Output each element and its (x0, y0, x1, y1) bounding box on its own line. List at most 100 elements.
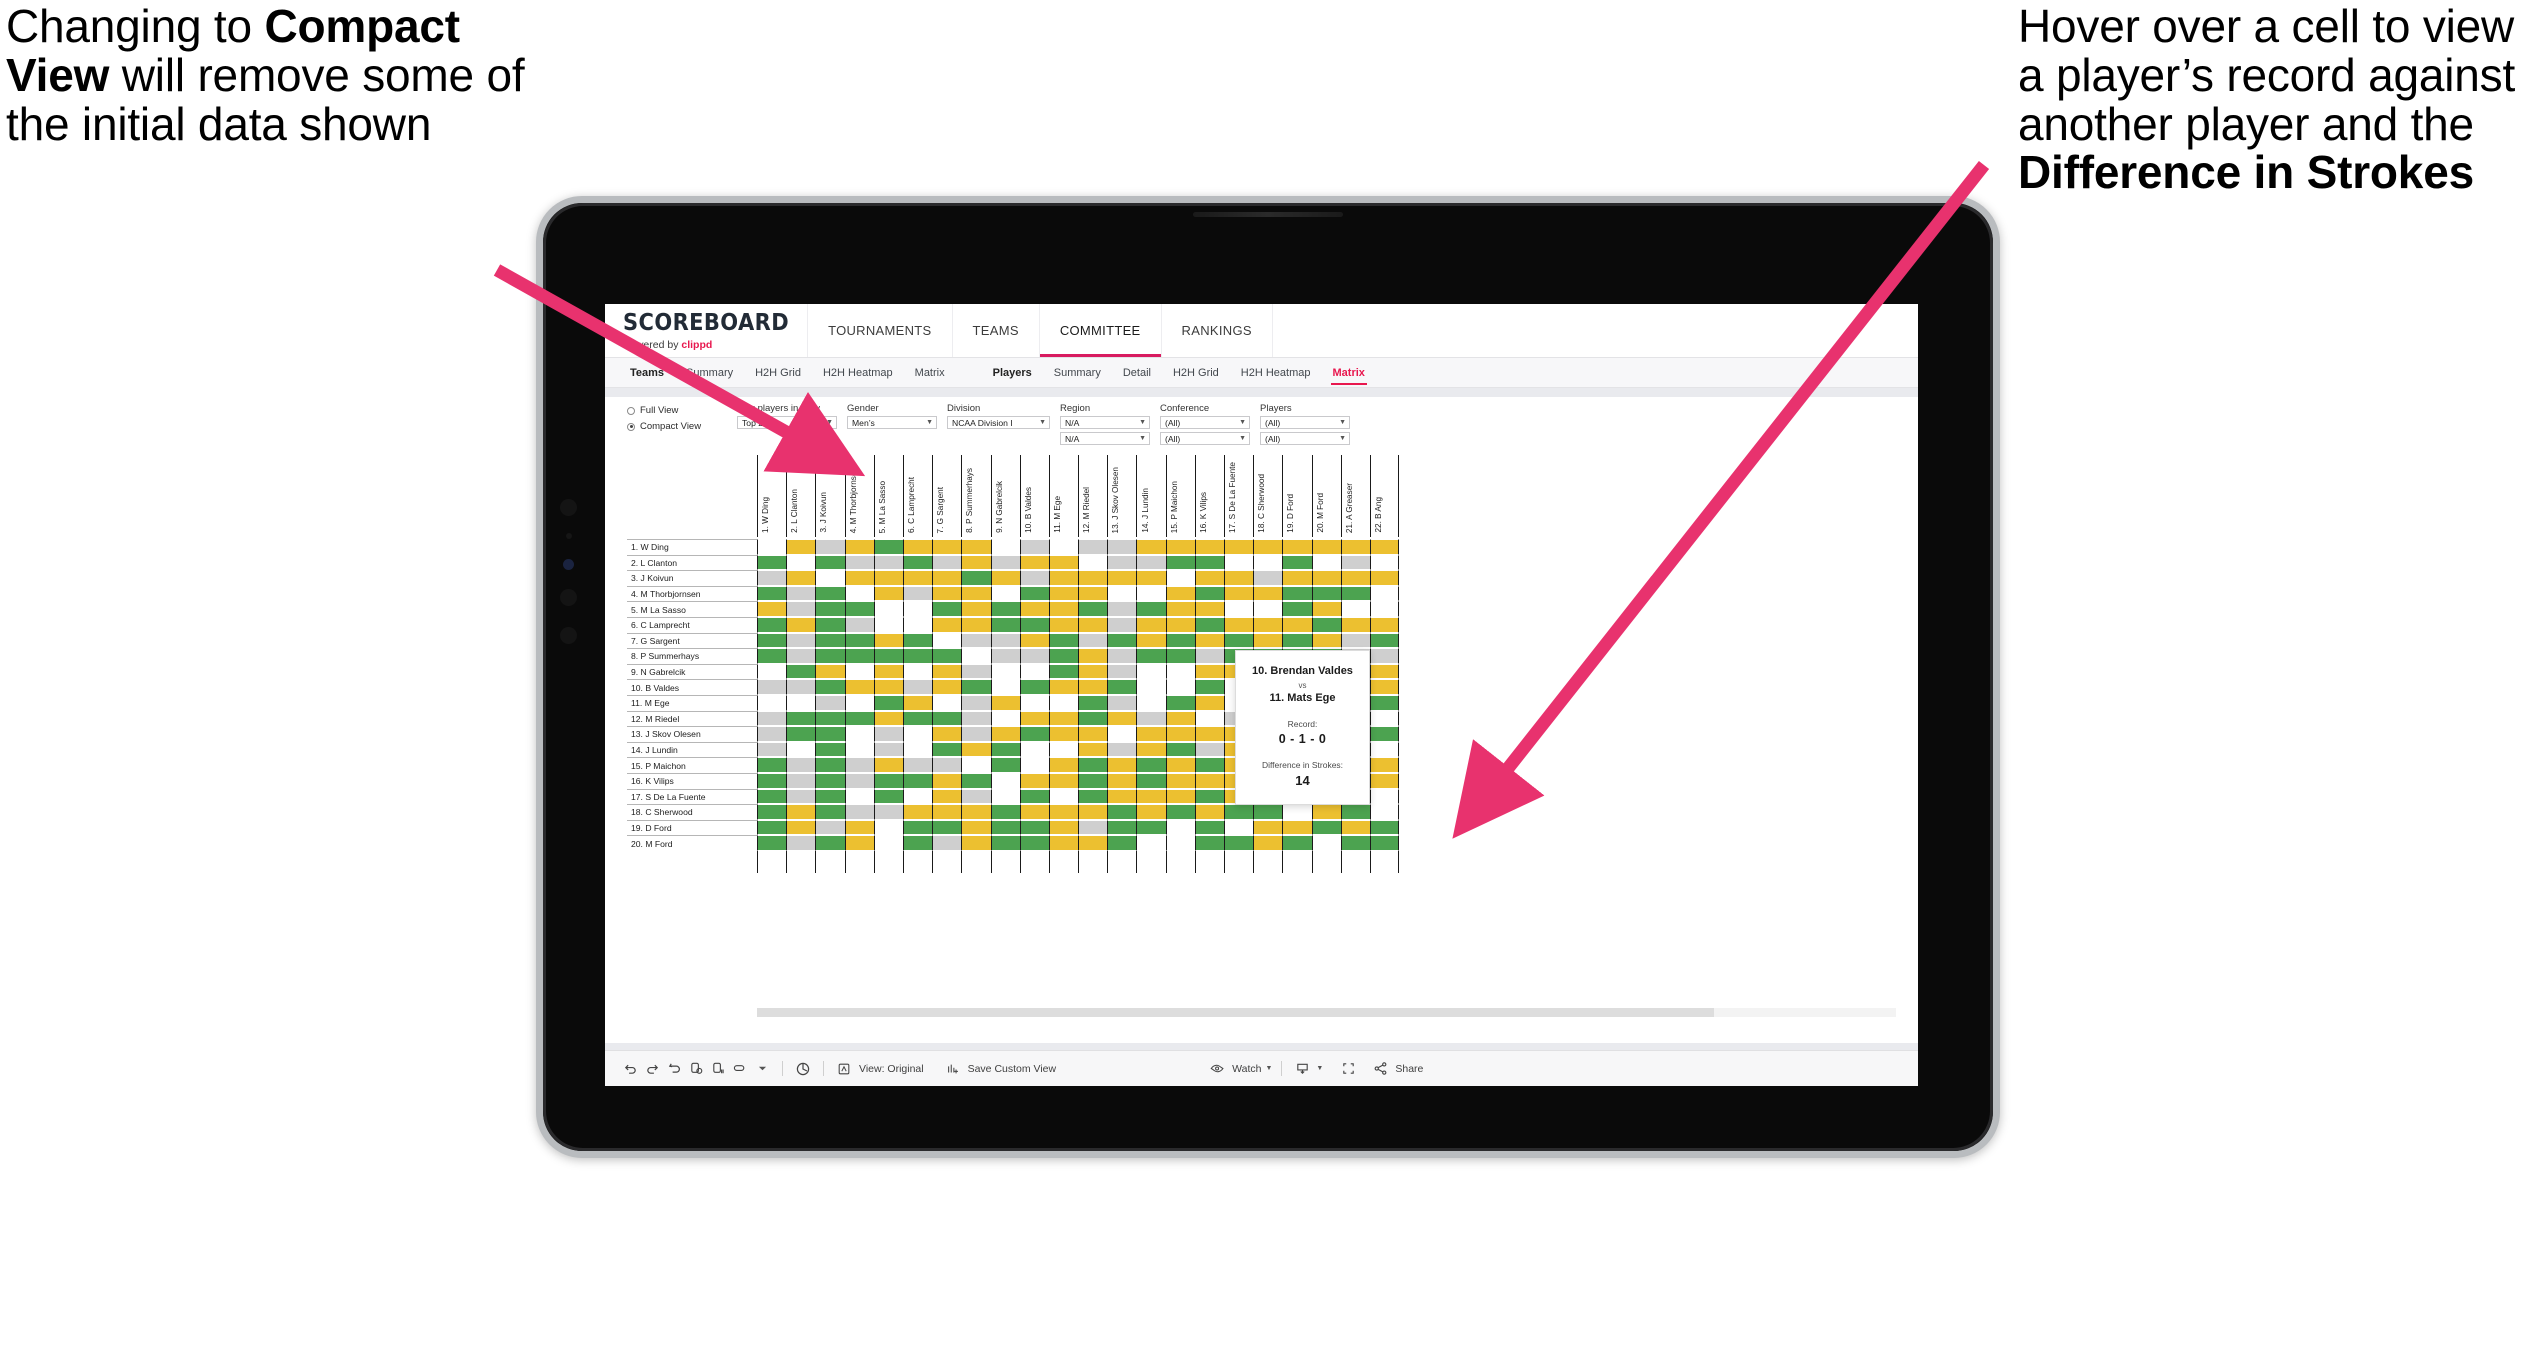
matrix-cell[interactable] (1369, 772, 1400, 789)
matrix-cell[interactable] (1311, 585, 1341, 602)
matrix-cell[interactable] (786, 663, 816, 680)
matrix-cell[interactable] (844, 570, 874, 586)
matrix-cell[interactable] (1048, 554, 1079, 571)
matrix-cell[interactable] (990, 772, 1020, 789)
matrix-cell[interactable] (1078, 554, 1108, 571)
matrix-cell[interactable] (1340, 632, 1370, 649)
matrix-cell[interactable] (902, 616, 933, 633)
matrix-cell[interactable] (873, 741, 903, 758)
matrix-cell[interactable] (873, 663, 903, 680)
matrix-cell[interactable] (1136, 616, 1166, 633)
matrix-cell[interactable] (1165, 632, 1195, 649)
matrix-cell[interactable] (1107, 554, 1137, 571)
matrix-cell[interactable] (1136, 554, 1166, 571)
matrix-cell[interactable] (815, 601, 845, 617)
chevron-down-icon[interactable]: ▼ (1039, 419, 1046, 426)
chevron-down-icon[interactable]: ▼ (1139, 419, 1146, 426)
subtab-teams-h2h-heatmap[interactable]: H2H Heatmap (812, 358, 904, 388)
matrix-cell[interactable] (873, 585, 903, 602)
matrix-cell[interactable] (757, 819, 787, 836)
matrix-cell[interactable] (1107, 772, 1137, 789)
matrix-cell[interactable] (1253, 570, 1283, 586)
matrix-cell[interactable] (1340, 835, 1370, 851)
matrix-cell[interactable] (844, 663, 874, 680)
matrix-cell[interactable] (1165, 539, 1195, 555)
horizontal-scrollbar[interactable] (757, 1008, 1896, 1017)
matrix-cell[interactable] (961, 741, 991, 758)
matrix-cell[interactable] (1224, 570, 1254, 586)
matrix-cell[interactable] (1369, 726, 1400, 742)
matrix-cell[interactable] (1253, 539, 1283, 555)
chevron-down-icon[interactable]: ▼ (926, 419, 933, 426)
matrix-cell[interactable] (1165, 835, 1195, 851)
matrix-cell[interactable] (1224, 601, 1254, 617)
matrix-cell[interactable] (1194, 804, 1224, 820)
matrix-cell[interactable] (1048, 539, 1079, 555)
matrix-cell[interactable] (1165, 679, 1195, 695)
matrix-cell[interactable] (1194, 648, 1224, 664)
matrix-cell[interactable] (902, 601, 933, 617)
matrix-cell[interactable] (815, 554, 845, 571)
matrix-cell[interactable] (786, 757, 816, 773)
matrix-cell[interactable] (1019, 835, 1049, 851)
matrix-cell[interactable] (932, 757, 962, 773)
matrix-cell[interactable] (1340, 554, 1370, 571)
matrix-cell[interactable] (873, 648, 903, 664)
matrix-cell[interactable] (902, 570, 933, 586)
matrix-cell[interactable] (1311, 539, 1341, 555)
matrix-cell[interactable] (757, 616, 787, 633)
matrix-cell[interactable] (815, 570, 845, 586)
matrix-cell[interactable] (902, 694, 933, 711)
matrix-cell[interactable] (1048, 632, 1079, 649)
matrix-cell[interactable] (1107, 679, 1137, 695)
matrix-cell[interactable] (1282, 819, 1312, 836)
matrix-cell[interactable] (1048, 788, 1079, 805)
matrix-cell[interactable] (990, 632, 1020, 649)
matrix-cell[interactable] (1107, 757, 1137, 773)
matrix-cell[interactable] (1369, 710, 1400, 727)
matrix-cell[interactable] (1019, 694, 1049, 711)
matrix-cell[interactable] (815, 539, 845, 555)
matrix-cell[interactable] (757, 601, 787, 617)
matrix-cell[interactable] (873, 788, 903, 805)
matrix-cell[interactable] (1311, 804, 1341, 820)
matrix-cell[interactable] (1136, 648, 1166, 664)
matrix-cell[interactable] (1165, 757, 1195, 773)
matrix-cell[interactable] (786, 648, 816, 664)
matrix-cell[interactable] (786, 804, 816, 820)
matrix-cell[interactable] (1136, 585, 1166, 602)
matrix-cell[interactable] (1136, 632, 1166, 649)
matrix-cell[interactable] (1165, 585, 1195, 602)
matrix-cell[interactable] (873, 726, 903, 742)
matrix-cell[interactable] (1194, 819, 1224, 836)
matrix-cell[interactable] (1194, 616, 1224, 633)
matrix-cell[interactable] (932, 741, 962, 758)
matrix-cell[interactable] (1019, 679, 1049, 695)
conference-select-secondary[interactable]: (All) ▼ (1160, 432, 1250, 445)
matrix-cell[interactable] (1369, 601, 1400, 617)
matrix-cell[interactable] (1019, 741, 1049, 758)
nav-tournaments[interactable]: TOURNAMENTS (808, 304, 953, 357)
matrix-cell[interactable] (1048, 616, 1079, 633)
matrix-cell[interactable] (844, 679, 874, 695)
matrix-cell[interactable] (844, 585, 874, 602)
chevron-down-icon[interactable]: ▼ (1139, 435, 1146, 442)
matrix-cell[interactable] (1253, 585, 1283, 602)
matrix-cell[interactable] (961, 726, 991, 742)
matrix-cell[interactable] (1078, 570, 1108, 586)
matrix-cell[interactable] (757, 663, 787, 680)
chevron-down-icon[interactable]: ▼ (1239, 419, 1246, 426)
matrix-cell[interactable] (1136, 570, 1166, 586)
matrix-cell[interactable] (1194, 772, 1224, 789)
matrix-cell[interactable] (757, 648, 787, 664)
matrix-cell[interactable] (1224, 632, 1254, 649)
matrix-cell[interactable] (961, 788, 991, 805)
matrix-cell[interactable] (757, 554, 787, 571)
matrix-cell[interactable] (1078, 663, 1108, 680)
subtab-players-h2h-grid[interactable]: H2H Grid (1162, 358, 1230, 388)
nav-committee[interactable]: COMMITTEE (1039, 304, 1162, 357)
matrix-cell[interactable] (1369, 788, 1400, 805)
matrix-cell[interactable] (815, 741, 845, 758)
matrix-cell[interactable] (990, 694, 1020, 711)
matrix-cell[interactable] (961, 648, 991, 664)
